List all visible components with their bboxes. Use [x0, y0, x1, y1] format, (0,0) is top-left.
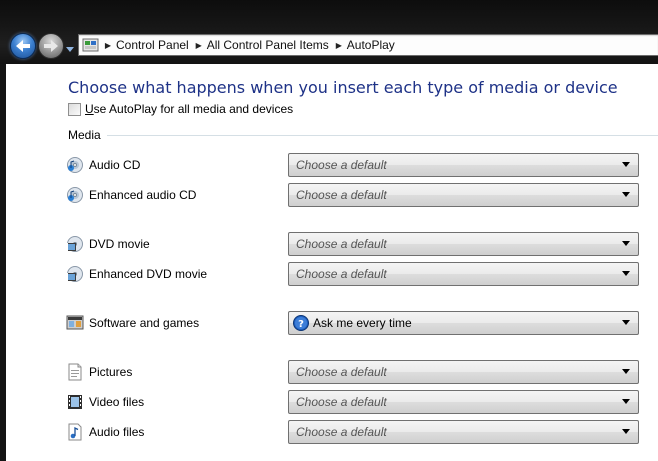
media-row-dvd-movie: DVD movie Choose a default — [66, 232, 641, 256]
media-group-header: Media — [68, 128, 658, 142]
address-bar[interactable]: ▶ Control Panel ▶ All Control Panel Item… — [78, 34, 658, 56]
media-label: Pictures — [89, 365, 133, 379]
breadcrumb-separator-icon[interactable]: ▶ — [331, 41, 347, 50]
back-arrow-icon — [16, 40, 30, 52]
dropdown-value: Choose a default — [296, 425, 387, 439]
media-label: DVD movie — [89, 237, 150, 251]
media-label: Audio files — [89, 425, 145, 439]
recent-pages-button[interactable] — [66, 42, 74, 52]
dropdown-arrow-icon — [622, 369, 630, 374]
media-row-enhanced-dvd-movie: Enhanced DVD movie Choose a default — [66, 262, 641, 286]
dropdown-value: Choose a default — [296, 188, 387, 202]
audio-cd-dropdown[interactable]: Choose a default — [288, 153, 639, 177]
media-row-pictures: Pictures Choose a default — [66, 360, 641, 384]
autoplay-content: Choose what happens when you insert each… — [6, 64, 658, 461]
svg-text:?: ? — [298, 319, 304, 330]
dropdown-arrow-icon — [622, 162, 630, 167]
dropdown-value: Choose a default — [296, 237, 387, 251]
enhanced-dvd-movie-icon — [66, 265, 84, 283]
breadcrumb-separator-icon[interactable]: ▶ — [191, 41, 207, 50]
dropdown-value: Choose a default — [296, 365, 387, 379]
dropdown-arrow-icon — [622, 399, 630, 404]
media-row-software-games: Software and games ? Ask me every time — [66, 311, 641, 335]
media-label: Video files — [89, 395, 145, 409]
video-files-dropdown[interactable]: Choose a default — [288, 390, 639, 414]
window-titlebar: ▶ Control Panel ▶ All Control Panel Item… — [0, 0, 658, 64]
enhanced-audio-cd-icon — [66, 186, 84, 204]
pictures-dropdown[interactable]: Choose a default — [288, 360, 639, 384]
chevron-down-icon — [66, 47, 74, 52]
media-group-label: Media — [68, 128, 101, 142]
video-files-icon — [66, 393, 84, 411]
media-row-enhanced-audio-cd: Enhanced audio CD Choose a default — [66, 183, 641, 207]
dropdown-value: Choose a default — [296, 395, 387, 409]
enhanced-dvd-movie-dropdown[interactable]: Choose a default — [288, 262, 639, 286]
dvd-movie-icon — [66, 235, 84, 253]
forward-button[interactable] — [38, 33, 64, 59]
dropdown-arrow-icon — [622, 241, 630, 246]
dropdown-arrow-icon — [622, 271, 630, 276]
pictures-icon — [66, 363, 84, 381]
dropdown-value: Choose a default — [296, 158, 387, 172]
audio-files-dropdown[interactable]: Choose a default — [288, 420, 639, 444]
breadcrumb-control-panel[interactable]: Control Panel — [116, 38, 191, 52]
breadcrumb-separator-icon[interactable]: ▶ — [100, 41, 116, 50]
use-autoplay-row[interactable]: Use AutoPlay for all media and devices — [68, 102, 293, 116]
dropdown-arrow-icon — [622, 429, 630, 434]
media-row-audio-files: Audio files Choose a default — [66, 420, 641, 444]
media-label: Enhanced audio CD — [89, 188, 197, 202]
software-games-icon — [66, 314, 84, 332]
control-panel-icon — [82, 36, 100, 54]
media-label: Audio CD — [89, 158, 141, 172]
media-label: Enhanced DVD movie — [89, 267, 208, 281]
back-button[interactable] — [10, 33, 36, 59]
software-games-dropdown[interactable]: ? Ask me every time — [288, 311, 639, 335]
dvd-movie-dropdown[interactable]: Choose a default — [288, 232, 639, 256]
question-icon: ? — [293, 315, 309, 331]
media-row-audio-cd: Audio CD Choose a default — [66, 153, 641, 177]
enhanced-audio-cd-dropdown[interactable]: Choose a default — [288, 183, 639, 207]
breadcrumb-all-items[interactable]: All Control Panel Items — [207, 38, 331, 52]
media-label: Software and games — [89, 316, 200, 330]
dropdown-arrow-icon — [622, 192, 630, 197]
audio-cd-icon — [66, 156, 84, 174]
audio-files-icon — [66, 423, 84, 441]
page-title: Choose what happens when you insert each… — [68, 78, 618, 97]
forward-arrow-icon — [44, 40, 58, 52]
breadcrumb-autoplay[interactable]: AutoPlay — [347, 38, 397, 52]
dropdown-value: Ask me every time — [313, 316, 412, 330]
group-divider — [106, 134, 658, 136]
media-row-video-files: Video files Choose a default — [66, 390, 641, 414]
use-autoplay-label[interactable]: Use AutoPlay for all media and devices — [85, 102, 293, 116]
dropdown-arrow-icon — [622, 320, 630, 325]
dropdown-value: Choose a default — [296, 267, 387, 281]
use-autoplay-checkbox[interactable] — [68, 102, 81, 116]
